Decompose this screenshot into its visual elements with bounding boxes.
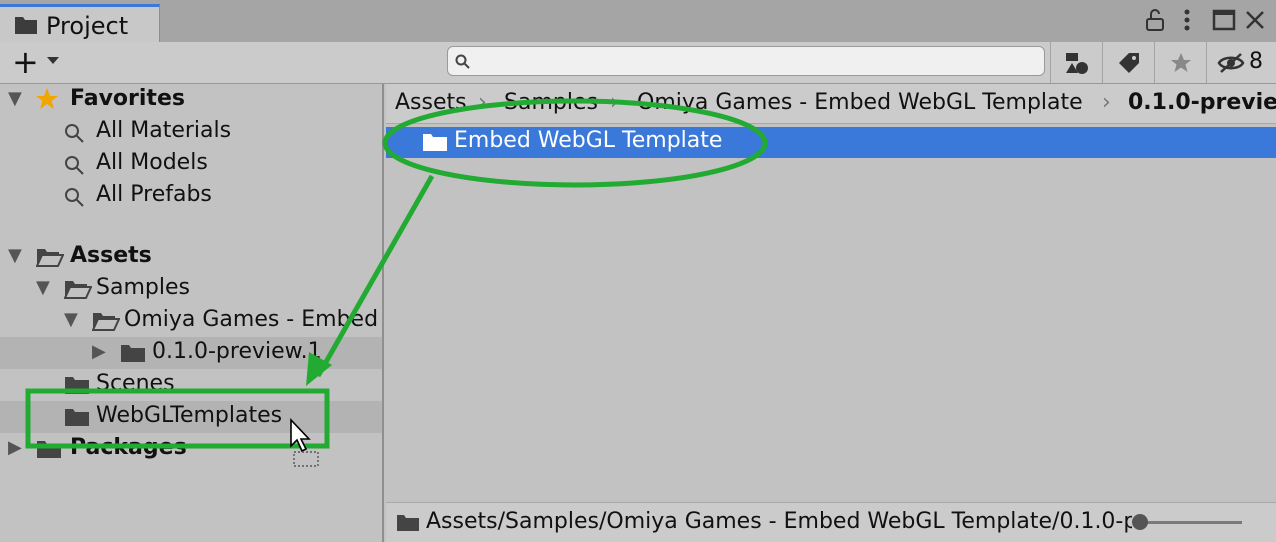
- highlight-rectangle: [25, 388, 330, 449]
- highlight-ellipse: [382, 98, 768, 188]
- drag-arrow: [315, 174, 435, 378]
- annotation-overlay: [25, 98, 768, 449]
- mouse-cursor-icon: [290, 418, 319, 467]
- drag-copy-icon: [293, 451, 319, 467]
